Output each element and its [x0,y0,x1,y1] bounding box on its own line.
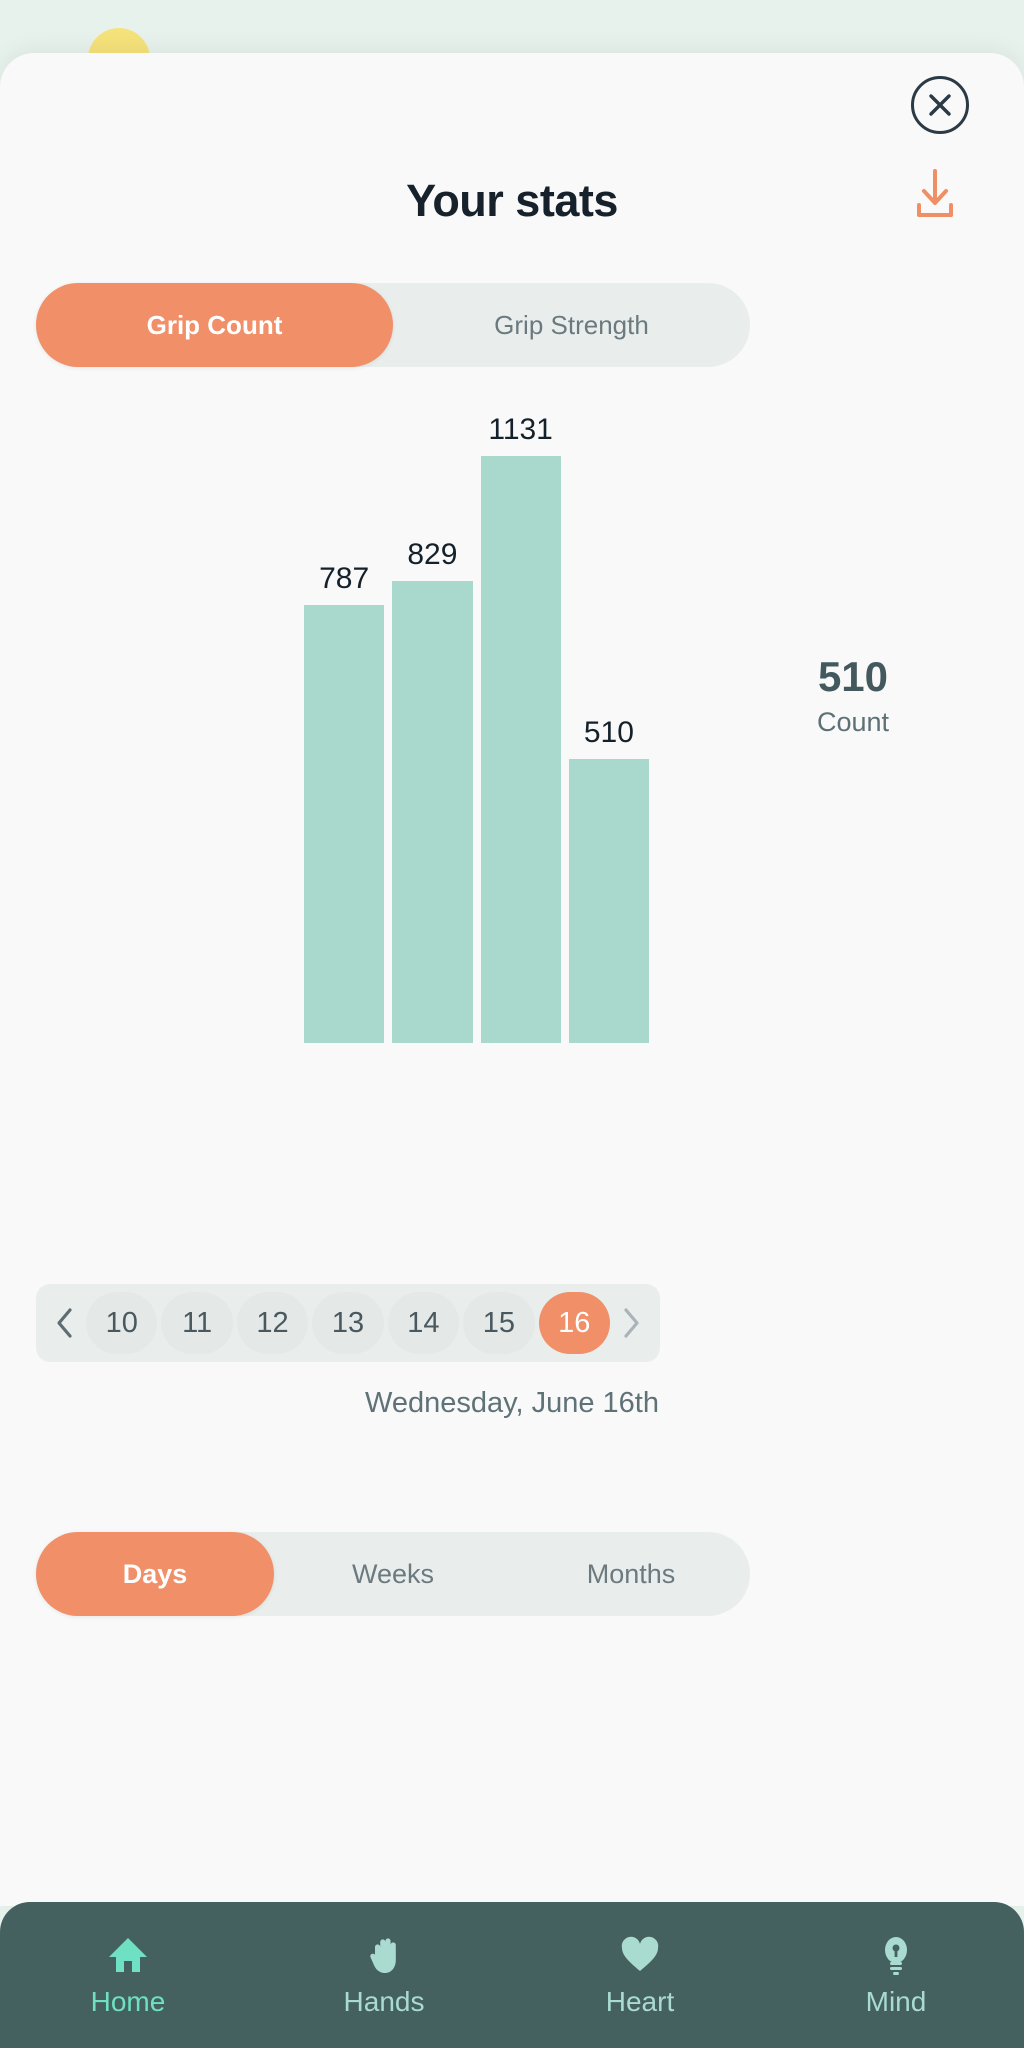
nav-label: Home [90,1985,166,2017]
nav-item-home[interactable]: Home [0,1902,256,2048]
summary-label: Count [816,707,890,737]
bar-column[interactable]: 787 [304,413,385,1043]
bar-value-label: 829 [407,538,458,572]
tab-days[interactable]: Days [36,1532,274,1616]
nav-label: Hands [343,1985,425,2017]
stats-modal-sheet: Your stats Grip Count Grip Strength 787 … [0,53,1024,1906]
tab-months[interactable]: Months [512,1532,750,1616]
day-chip-10[interactable]: 10 [86,1292,158,1354]
bar-column[interactable]: 829 [392,413,473,1043]
day-chip-13[interactable]: 13 [312,1292,384,1354]
day-chip-12[interactable]: 12 [236,1292,309,1354]
nav-item-hands[interactable]: Hands [256,1902,512,2048]
bar-rect [568,758,649,1043]
day-chip-14[interactable]: 14 [387,1292,460,1354]
day-next-button[interactable] [612,1293,650,1353]
bar-rect [480,456,561,1043]
chart-summary: 510 Count [758,653,948,738]
bar-chart: 787 829 1131 510 [304,413,649,1043]
home-icon [109,1937,147,1972]
nav-item-mind[interactable]: Mind [768,1902,1024,2048]
tab-weeks[interactable]: Weeks [274,1532,512,1616]
bar-column[interactable]: 510 [568,413,649,1043]
bar-value-label: 787 [319,561,370,595]
bar-rect [392,581,473,1043]
heart-icon [621,1936,659,1971]
chevron-left-icon [57,1308,72,1338]
bottom-navigation: Home Hands Heart Mind [0,1902,1024,2048]
hand-icon [370,1937,396,1973]
range-tabs: Days Weeks Months [36,1532,750,1616]
day-prev-button[interactable] [46,1293,84,1353]
nav-label: Heart [605,1985,675,2017]
nav-item-heart[interactable]: Heart [512,1902,768,2048]
nav-label: Mind [865,1985,927,2017]
day-chip-11[interactable]: 11 [161,1292,233,1354]
lightbulb-icon [885,1936,907,1975]
bar-rect [304,604,385,1043]
bar-column[interactable]: 1131 [480,413,561,1043]
close-icon [929,94,951,116]
chevron-right-icon [624,1308,639,1338]
selected-date-label: Wednesday, June 16th [365,1387,659,1419]
day-picker: 10 11 12 13 14 15 16 [36,1284,660,1362]
metric-tabs: Grip Count Grip Strength [36,283,750,367]
bar-value-label: 510 [583,715,634,749]
tab-grip-count[interactable]: Grip Count [36,283,393,367]
summary-value: 510 [817,653,889,700]
day-chip-15[interactable]: 15 [463,1292,535,1354]
bar-value-label: 1131 [488,413,553,446]
chart-area: 787 829 1131 510 510 Count [36,413,986,1043]
day-chip-16[interactable]: 16 [538,1292,610,1354]
tab-grip-strength[interactable]: Grip Strength [393,283,750,367]
close-button[interactable] [911,76,969,134]
page-title: Your stats [406,175,618,226]
